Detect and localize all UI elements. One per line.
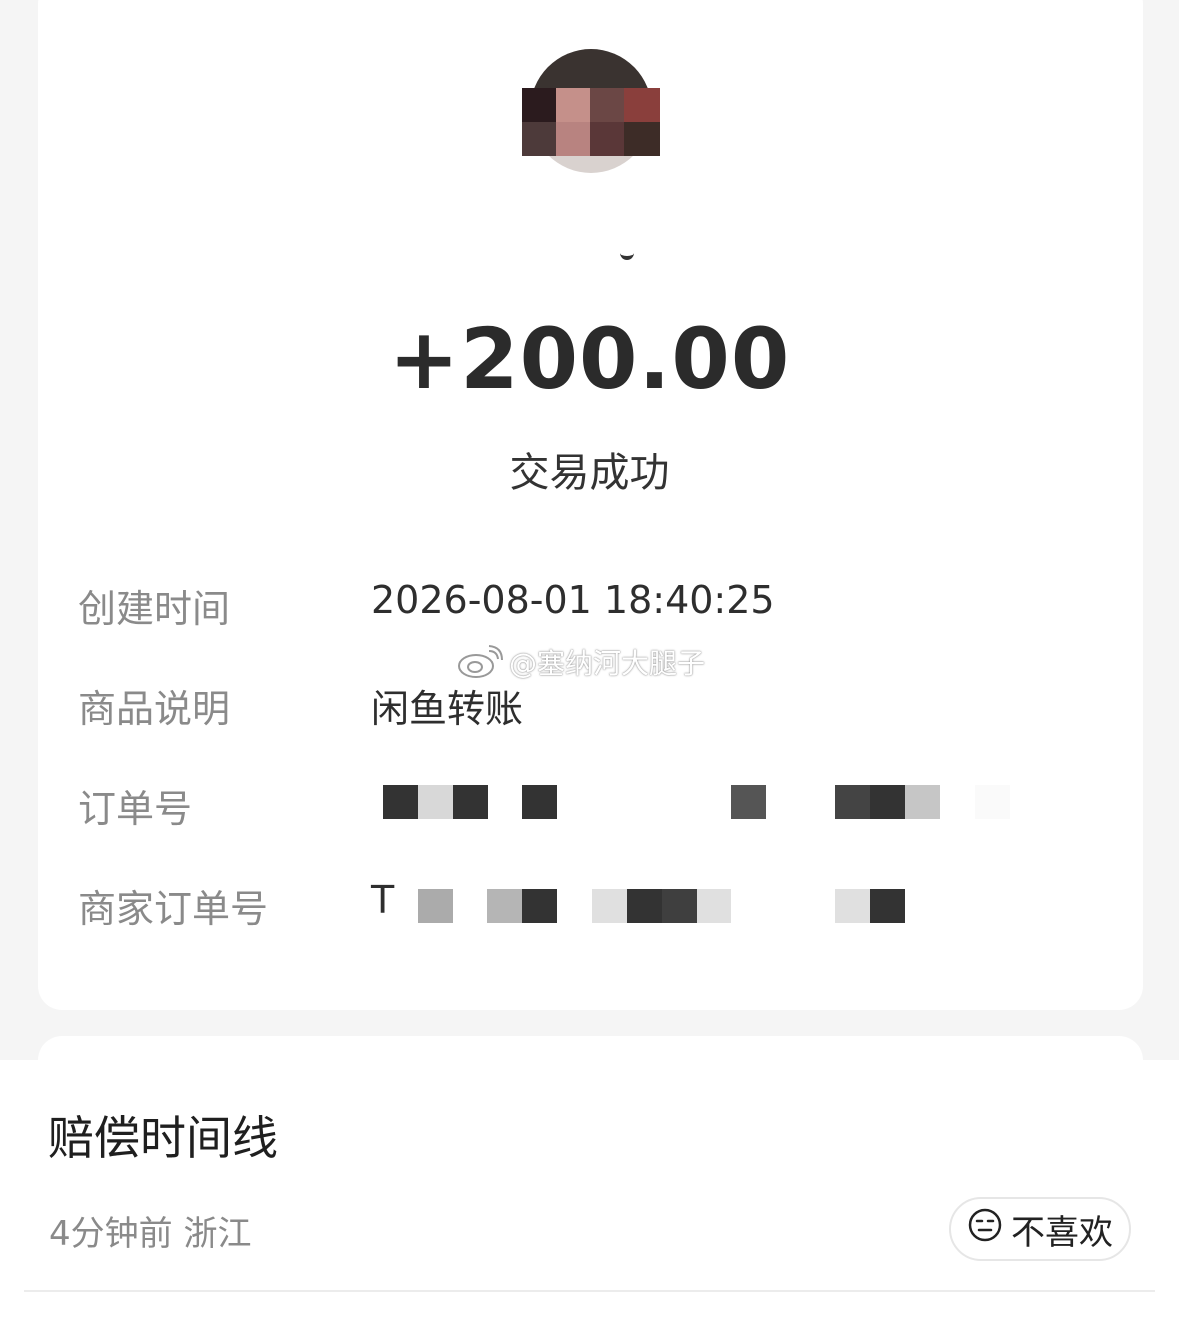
item-desc-label: 商品说明 xyxy=(78,687,231,731)
avatar-pixel xyxy=(624,122,660,156)
redaction-block xyxy=(870,889,905,923)
merchant-order-label: 商家订单号 xyxy=(78,887,269,931)
redaction-block xyxy=(522,889,557,923)
order-number-label: 订单号 xyxy=(78,787,193,831)
avatar-pixel xyxy=(556,122,590,156)
redaction-block xyxy=(487,889,522,923)
redaction-block xyxy=(627,889,662,923)
redaction-block xyxy=(905,785,940,819)
avatar-pixel xyxy=(590,88,624,122)
redaction-block xyxy=(835,785,870,819)
redaction-block xyxy=(975,785,1010,819)
avatar-pixel xyxy=(590,122,624,156)
redaction-block xyxy=(662,889,697,923)
redaction-block xyxy=(453,785,488,819)
created-time-value: 2026-08-01 18:40:25 xyxy=(371,578,775,622)
weibo-icon xyxy=(457,645,503,679)
item-desc-value: 闲鱼转账 xyxy=(371,687,524,731)
avatar-pixel xyxy=(556,88,590,122)
transaction-status: 交易成功 xyxy=(509,450,670,496)
redaction-block xyxy=(870,785,905,819)
post-meta: 4分钟前 浙江 xyxy=(49,1214,252,1254)
redaction-block xyxy=(418,785,453,819)
page: +200.00 交易成功 创建时间 2026-08-01 18:40:25 商品… xyxy=(0,0,1179,1321)
redaction-block xyxy=(592,889,627,923)
created-time-label: 创建时间 xyxy=(78,587,231,631)
redaction-block xyxy=(697,889,731,923)
watermark: @塞纳河大腿子 xyxy=(457,643,705,681)
amount: +200.00 xyxy=(388,310,791,408)
avatar-hair xyxy=(530,49,652,91)
redaction-block xyxy=(835,889,870,923)
redaction-block xyxy=(418,889,453,923)
merchant-order-value[interactable]: T xyxy=(371,878,394,922)
avatar-pixel xyxy=(522,88,556,122)
neutral-face-icon xyxy=(967,1207,1003,1252)
feed-sheet xyxy=(0,1060,1179,1321)
avatar-pixel xyxy=(522,122,556,156)
avatar-pixel xyxy=(624,88,660,122)
dislike-button[interactable]: 不喜欢 xyxy=(949,1197,1131,1261)
dislike-label: 不喜欢 xyxy=(1011,1212,1113,1253)
post-title[interactable]: 赔偿时间线 xyxy=(48,1102,278,1168)
redaction-block xyxy=(731,785,766,819)
watermark-text: @塞纳河大腿子 xyxy=(509,647,706,680)
redaction-block xyxy=(383,785,418,819)
redaction-block xyxy=(522,785,557,819)
divider xyxy=(24,1290,1155,1292)
